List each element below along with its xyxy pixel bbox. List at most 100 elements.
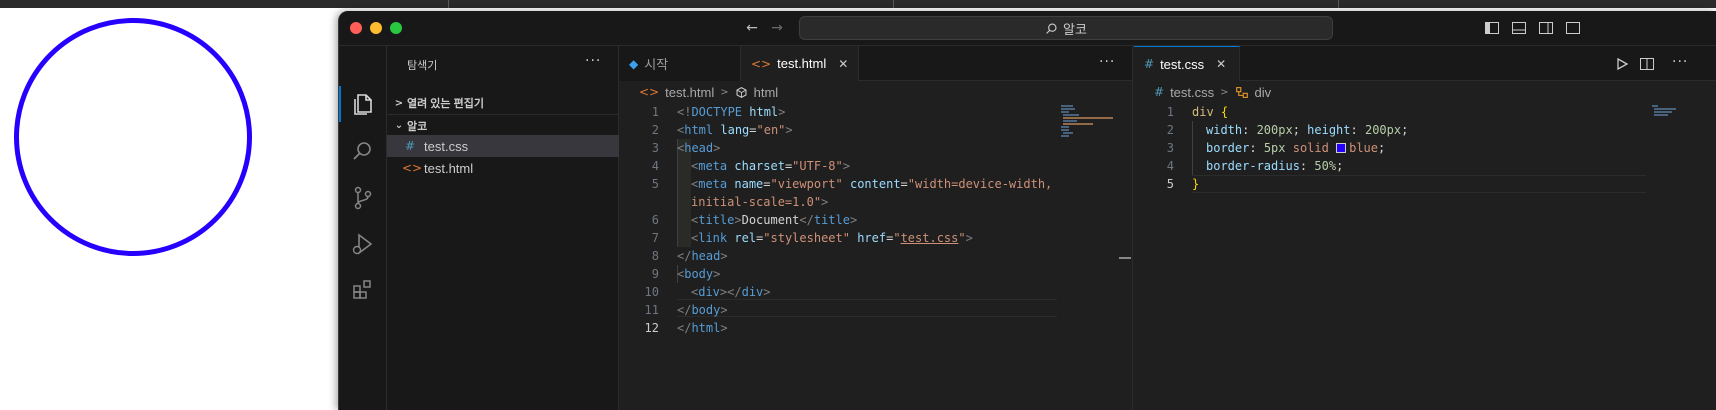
tab-test-html[interactable]: <> test.html ✕ [741, 46, 859, 81]
more-actions-icon[interactable]: ··· [1672, 54, 1688, 70]
token: "en" [756, 123, 786, 137]
run-debug-icon[interactable] [349, 230, 377, 258]
command-center-search[interactable]: 알코 [799, 16, 1333, 40]
line-number: 8 [651, 249, 659, 263]
breadcrumb-symbol[interactable]: div [1255, 85, 1272, 100]
tab-label: test.html [777, 56, 827, 71]
token: 200px [1256, 123, 1293, 137]
code-editor-html[interactable]: 1 2 3 4 5 6 7 8 9 10 11 12 <!DOCTYPE htm… [619, 103, 1132, 410]
command-center-label: 알코 [1063, 21, 1087, 37]
token: initial-scale=1.0" [691, 195, 822, 209]
project-folder-section[interactable]: ⌄ 알코 [387, 114, 619, 136]
split-editor-icon[interactable] [1639, 56, 1655, 72]
token: solid [1292, 141, 1329, 155]
line-number: 4 [651, 159, 659, 173]
symbol-class-icon [1235, 86, 1248, 98]
token: lang [713, 123, 750, 137]
token: > [965, 231, 973, 245]
token: 50% [1314, 159, 1337, 173]
breadcrumb-symbol[interactable]: html [754, 85, 779, 100]
token: > [821, 195, 829, 209]
token: > [785, 123, 793, 137]
line-number: 3 [1166, 141, 1174, 155]
tab-bar: ◆ 시작 <> test.html ✕ ··· [619, 46, 1132, 81]
symbol-element-icon [736, 86, 747, 98]
token: > [720, 321, 728, 335]
open-editors-section[interactable]: > 열려 있는 편집기 [387, 92, 619, 114]
token: : [1242, 123, 1257, 137]
code-line: </head> [677, 247, 728, 265]
section-label: 열려 있는 편집기 [407, 98, 484, 110]
token: </ [677, 303, 692, 317]
token: ></ [719, 285, 742, 299]
token: ; [1336, 159, 1344, 173]
file-tree-item-test-css[interactable]: # test.css [387, 135, 619, 157]
minimap[interactable] [1061, 103, 1113, 143]
code-line: <meta name="viewport" content="width=dev… [691, 175, 1052, 193]
color-swatch[interactable] [1336, 143, 1347, 153]
more-actions-icon[interactable]: ··· [585, 53, 601, 69]
token: width [1206, 123, 1243, 137]
html-file-icon: <> [402, 161, 423, 175]
toggle-secondary-sidebar-icon[interactable] [1538, 20, 1554, 36]
more-actions-icon[interactable]: ··· [1099, 54, 1115, 70]
window-maximize-button[interactable] [390, 22, 402, 34]
window-minimize-button[interactable] [370, 22, 382, 34]
token: border [1206, 141, 1250, 155]
token: = [763, 177, 771, 191]
back-arrow-icon[interactable]: ← [743, 19, 761, 37]
window-close-button[interactable] [350, 22, 362, 34]
token: "stylesheet" [763, 231, 850, 245]
forward-arrow-icon[interactable]: → [768, 19, 786, 37]
token: > [720, 303, 728, 317]
code-line: </body> [677, 301, 728, 319]
toggle-panel-icon[interactable] [1511, 20, 1527, 36]
code-line: <div></div> [691, 283, 771, 301]
close-icon[interactable]: ✕ [838, 57, 848, 71]
token: content [842, 177, 901, 191]
toggle-primary-sidebar-icon[interactable] [1484, 20, 1500, 36]
line-number: 4 [1166, 159, 1174, 173]
token: 5px [1263, 141, 1286, 155]
token: height [1307, 123, 1351, 137]
file-link[interactable]: test.css [901, 231, 959, 245]
scrollbar-marker[interactable] [1119, 257, 1131, 259]
file-name: test.html [424, 160, 474, 176]
customize-layout-icon[interactable] [1565, 20, 1581, 36]
preview-circle-div [14, 18, 252, 256]
line-number: 1 [651, 105, 659, 119]
vscode-logo-icon: ◆ [629, 56, 639, 71]
code-line: border: 5px solid blue; [1206, 139, 1385, 157]
file-tree-item-test-html[interactable]: <> test.html [387, 157, 619, 179]
token: </ [677, 321, 692, 335]
html-file-icon: <> [751, 56, 772, 71]
explorer-sidebar: 탐색기 ··· > 열려 있는 편집기 ⌄ 알코 # test.css <> t… [387, 46, 619, 410]
search-icon[interactable] [349, 138, 377, 166]
token: > [849, 213, 858, 227]
breadcrumb-file[interactable]: test.html [665, 85, 714, 100]
minimap[interactable] [1652, 103, 1702, 143]
tab-test-css[interactable]: # test.css ✕ [1134, 46, 1240, 81]
code-editor-css[interactable]: 1 2 3 4 5 div { width: 200px; height: 20… [1134, 103, 1716, 410]
run-icon[interactable] [1614, 56, 1630, 72]
token: div [741, 285, 764, 299]
active-indicator [339, 86, 341, 122]
code-line: <link rel="stylesheet" href="test.css"> [691, 229, 973, 247]
extensions-icon[interactable] [349, 276, 377, 304]
tab-start[interactable]: ◆ 시작 [619, 46, 741, 81]
code-line: <title>Document</title> [691, 211, 857, 229]
source-control-icon[interactable] [349, 184, 377, 212]
chevron-right-icon: > [720, 86, 729, 98]
breadcrumb-file[interactable]: test.css [1170, 85, 1214, 100]
token: div [698, 285, 720, 299]
close-icon[interactable]: ✕ [1216, 57, 1226, 71]
sidebar-header: 탐색기 ··· [387, 46, 619, 81]
token: { [1220, 105, 1229, 119]
token: title [813, 213, 850, 227]
css-file-icon: # [1144, 57, 1155, 71]
explorer-files-icon[interactable] [349, 90, 377, 118]
editor-group-left: ◆ 시작 <> test.html ✕ ··· <> test.html > h… [619, 46, 1133, 410]
tab-label: 시작 [644, 57, 669, 72]
token: html [691, 321, 721, 335]
